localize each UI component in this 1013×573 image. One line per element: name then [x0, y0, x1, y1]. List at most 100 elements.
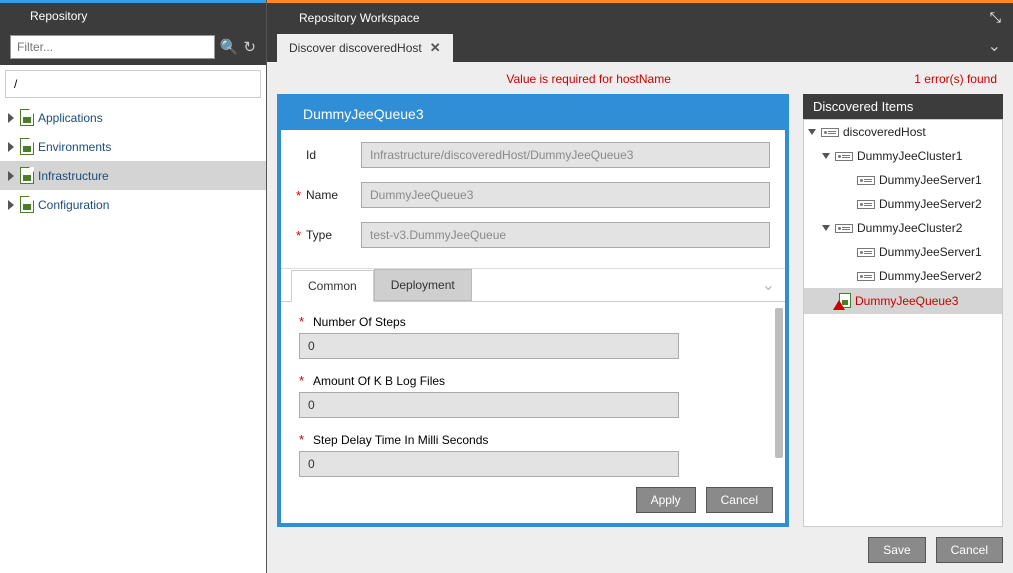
validation-row: Value is required for hostName 1 error(s…	[277, 68, 1003, 94]
expand-icon[interactable]: ⤡	[990, 9, 1001, 26]
entity-title: DummyJeeQueue3	[281, 98, 785, 130]
entity-form-panel: DummyJeeQueue3 Id * Name * Type	[277, 94, 789, 527]
sub-tab-common[interactable]: Common	[291, 270, 374, 302]
folder-icon	[20, 109, 34, 126]
tab-label: Discover discoveredHost	[289, 41, 422, 55]
disc-item-c1s2[interactable]: DummyJeeServer2	[804, 192, 1002, 216]
folder-icon	[20, 138, 34, 155]
apply-button[interactable]: Apply	[636, 487, 696, 513]
discovered-title: Discovered Items	[803, 94, 1003, 119]
required-icon: *	[296, 228, 306, 243]
scrollbar-thumb[interactable]	[775, 308, 783, 458]
type-input	[361, 222, 770, 248]
delay-input[interactable]	[299, 451, 679, 477]
disc-item-cluster2[interactable]: DummyJeeCluster2	[804, 216, 1002, 240]
required-icon: *	[296, 188, 306, 203]
required-spacer	[296, 148, 306, 163]
chevron-down-icon	[822, 153, 830, 159]
required-icon: *	[299, 314, 309, 329]
required-icon: *	[299, 373, 309, 388]
id-label: Id	[306, 148, 361, 162]
kb-input[interactable]	[299, 392, 679, 418]
disc-label: discoveredHost	[843, 125, 926, 139]
kb-label: Amount Of K B Log Files	[313, 374, 445, 388]
tree-label: Configuration	[38, 198, 109, 212]
server-icon	[821, 128, 839, 137]
save-button[interactable]: Save	[868, 537, 925, 563]
repo-item-infrastructure[interactable]: Infrastructure	[0, 161, 266, 190]
field-row-name: * Name	[296, 182, 770, 208]
discovered-tree: discoveredHost DummyJeeCluster1 DummyJee…	[803, 119, 1003, 527]
workspace-tab-discover[interactable]: Discover discoveredHost ✕	[277, 34, 453, 62]
repository-header: Repository	[0, 0, 266, 29]
repo-item-configuration[interactable]: Configuration	[0, 190, 266, 219]
steps-label: Number Of Steps	[313, 315, 406, 329]
refresh-icon[interactable]: ↻	[243, 40, 256, 55]
disc-label: DummyJeeServer2	[879, 269, 982, 283]
repo-path-text: /	[14, 77, 17, 91]
name-input[interactable]	[361, 182, 770, 208]
disc-label: DummyJeeServer2	[879, 197, 982, 211]
disc-item-c2s1[interactable]: DummyJeeServer1	[804, 240, 1002, 264]
disc-label: DummyJeeServer1	[879, 173, 982, 187]
type-label: Type	[306, 228, 361, 242]
server-icon	[835, 152, 853, 161]
chevron-right-icon	[8, 200, 14, 210]
repository-title: Repository	[30, 9, 87, 23]
workspace-body: Value is required for hostName 1 error(s…	[267, 62, 1013, 573]
chevron-down-icon[interactable]: ⌄	[986, 32, 1003, 62]
chevron-down-icon	[808, 129, 816, 135]
tree-label: Infrastructure	[38, 169, 109, 183]
disc-item-queue3[interactable]: DummyJeeQueue3	[804, 288, 1002, 314]
repo-tree: Applications Environments Infrastructure…	[0, 103, 266, 573]
disc-item-host[interactable]: discoveredHost	[804, 120, 1002, 144]
server-icon	[835, 224, 853, 233]
discovered-panel: Discovered Items discoveredHost DummyJee…	[803, 94, 1003, 527]
server-icon	[857, 248, 875, 257]
workspace-title: Repository Workspace	[299, 11, 420, 25]
delay-label: Step Delay Time In Milli Seconds	[313, 433, 488, 447]
workspace-tab-row: Discover discoveredHost ✕ ⌄	[267, 32, 1013, 62]
disc-label: DummyJeeCluster1	[857, 149, 962, 163]
workspace-panel: Repository Workspace ⤡ Discover discover…	[267, 0, 1013, 573]
chevron-down-icon	[822, 225, 830, 231]
error-count: 1 error(s) found	[894, 72, 997, 86]
validation-message: Value is required for hostName	[283, 72, 894, 86]
required-icon: *	[299, 432, 309, 447]
chevron-right-icon	[8, 142, 14, 152]
chevron-right-icon	[8, 171, 14, 181]
close-icon[interactable]: ✕	[430, 40, 441, 56]
repo-item-environments[interactable]: Environments	[0, 132, 266, 161]
workspace-header: Repository Workspace ⤡	[267, 0, 1013, 32]
field-row-id: Id	[296, 142, 770, 168]
footer-cancel-button[interactable]: Cancel	[936, 537, 1003, 563]
repo-filter-input[interactable]	[10, 35, 215, 59]
tree-label: Applications	[38, 111, 103, 125]
field-number-of-steps: * Number Of Steps	[299, 314, 767, 359]
field-kb-log-files: * Amount Of K B Log Files	[299, 373, 767, 418]
warning-icon	[835, 293, 851, 309]
repo-path-bar[interactable]: /	[5, 70, 261, 98]
chevron-down-icon[interactable]: ⌄	[762, 275, 775, 295]
disc-item-c2s2[interactable]: DummyJeeServer2	[804, 264, 1002, 288]
folder-icon	[20, 196, 34, 213]
search-icon[interactable]: 🔍	[220, 40, 239, 55]
folder-icon	[20, 167, 34, 184]
field-step-delay: * Step Delay Time In Milli Seconds	[299, 432, 767, 477]
disc-item-cluster1[interactable]: DummyJeeCluster1	[804, 144, 1002, 168]
name-label: Name	[306, 188, 361, 202]
sub-tab-row: Common Deployment ⌄	[281, 268, 785, 302]
repo-filter-row: 🔍 ↻	[0, 29, 266, 65]
server-icon	[857, 272, 875, 281]
disc-item-c1s1[interactable]: DummyJeeServer1	[804, 168, 1002, 192]
disc-label: DummyJeeServer1	[879, 245, 982, 259]
repository-panel: Repository 🔍 ↻ / Applications Environmen…	[0, 0, 267, 573]
repo-item-applications[interactable]: Applications	[0, 103, 266, 132]
field-row-type: * Type	[296, 222, 770, 248]
id-input	[361, 142, 770, 168]
form-cancel-button[interactable]: Cancel	[706, 487, 773, 513]
steps-input[interactable]	[299, 333, 679, 359]
chevron-right-icon	[8, 113, 14, 123]
sub-tab-deployment[interactable]: Deployment	[374, 269, 472, 301]
server-icon	[857, 200, 875, 209]
